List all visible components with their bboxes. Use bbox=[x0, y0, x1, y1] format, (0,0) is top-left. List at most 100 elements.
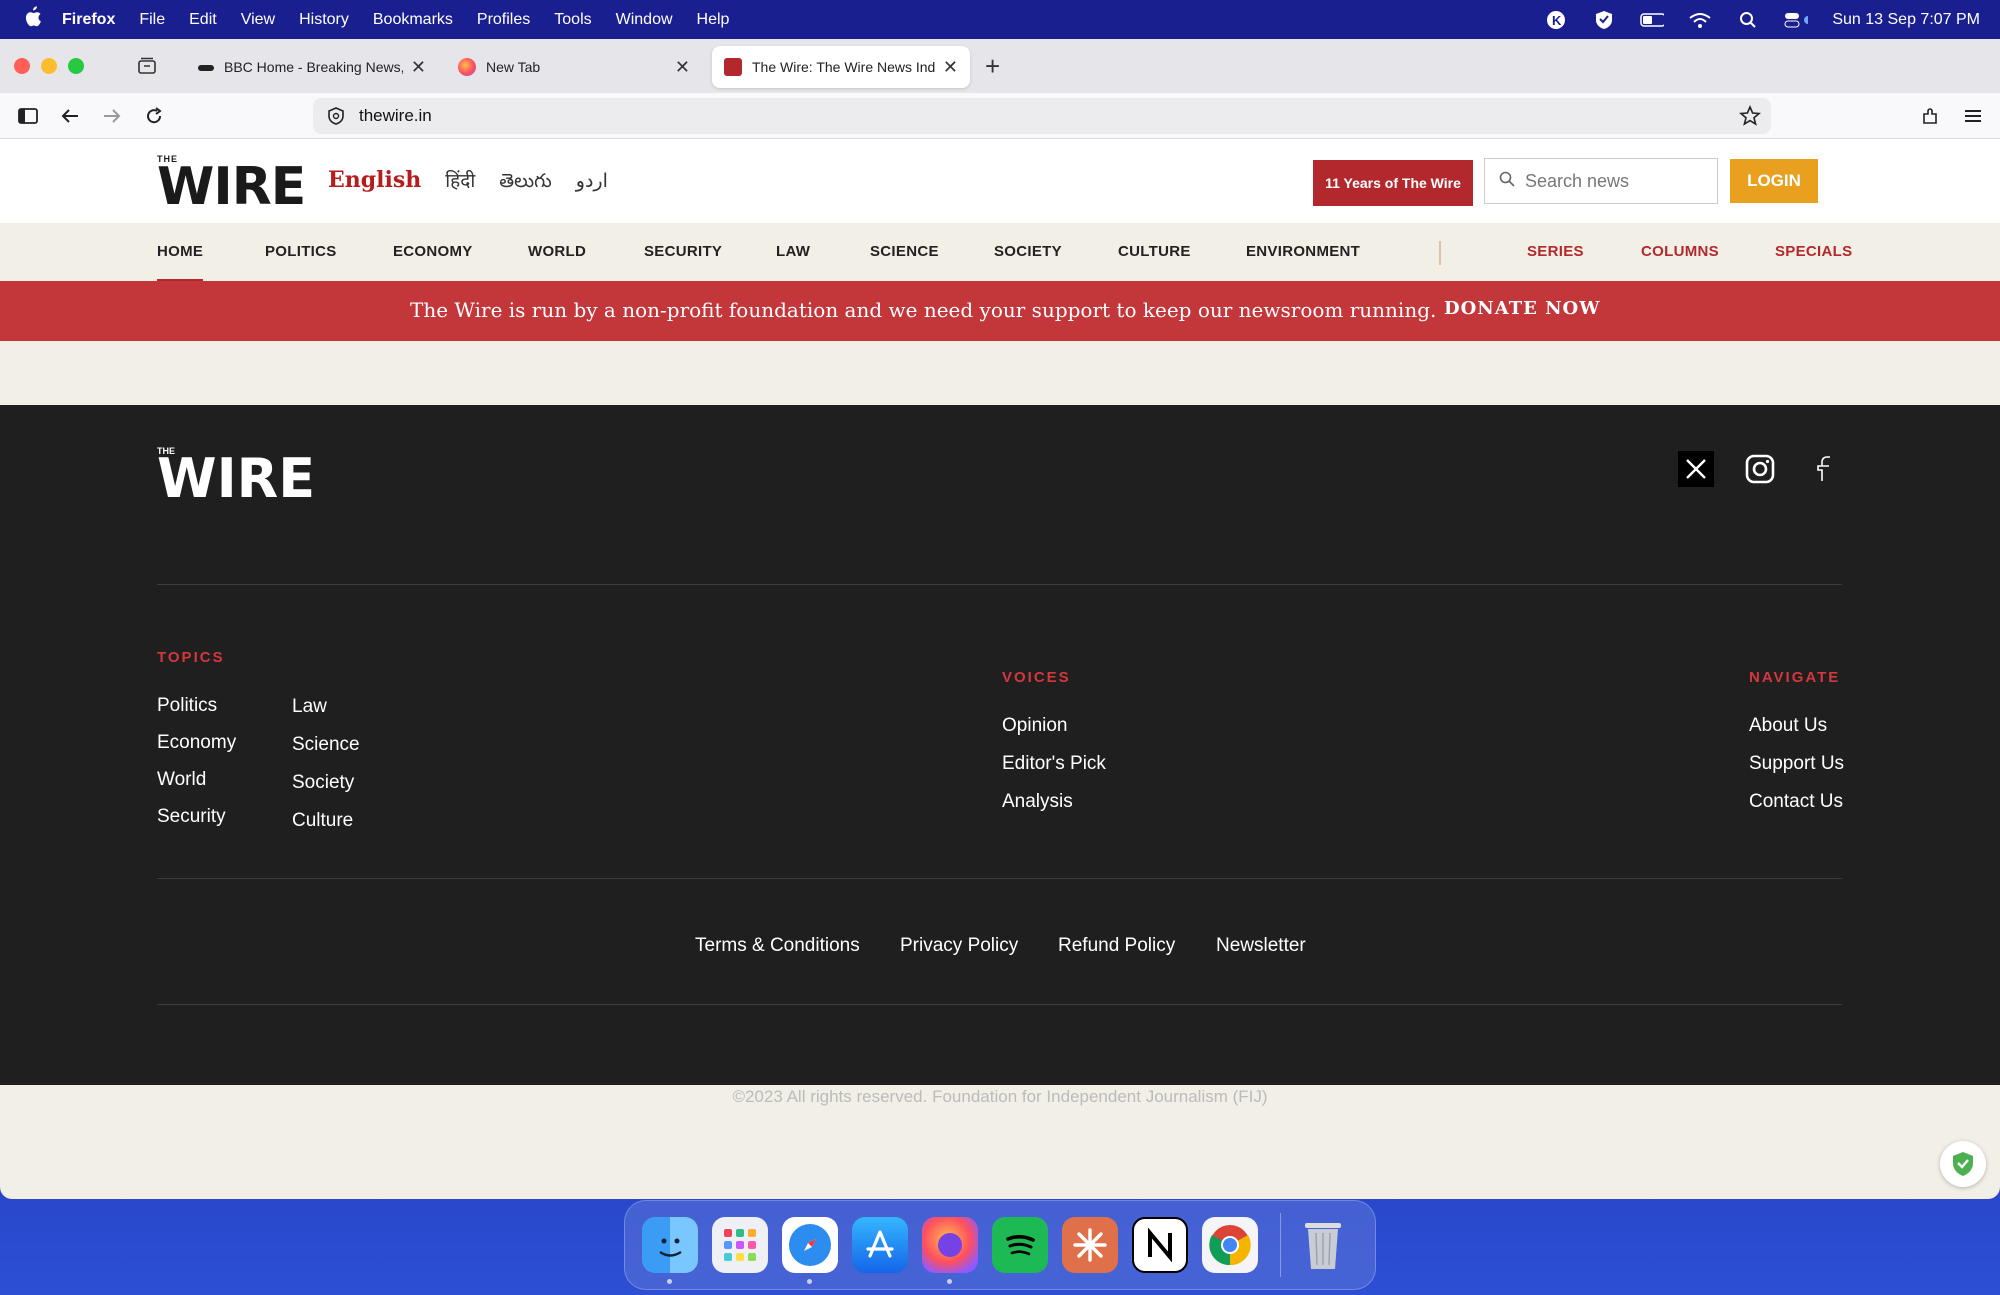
tracking-protection-icon[interactable] bbox=[327, 107, 345, 125]
menu-app-name[interactable]: Firefox bbox=[62, 11, 115, 29]
tab-title: New Tab bbox=[486, 59, 541, 75]
menu-window[interactable]: Window bbox=[616, 11, 673, 29]
donate-now-button[interactable]: DONATE NOW bbox=[1444, 298, 1600, 319]
login-button[interactable]: LOGIN bbox=[1730, 159, 1818, 203]
category-nav: HOME POLITICS ECONOMY WORLD SECURITY LAW… bbox=[0, 223, 2000, 283]
app-menu-icon[interactable] bbox=[1958, 101, 1988, 131]
tab-the-wire[interactable]: The Wire: The Wire News India, ✕ bbox=[712, 46, 970, 88]
trash-icon[interactable] bbox=[1295, 1217, 1351, 1273]
tab-new-tab[interactable]: New Tab ✕ bbox=[446, 46, 702, 88]
chrome-icon[interactable] bbox=[1202, 1217, 1258, 1273]
safari-icon[interactable] bbox=[782, 1217, 838, 1284]
lang-telugu[interactable]: తెలుగు bbox=[499, 171, 551, 197]
claude-icon[interactable] bbox=[1062, 1217, 1118, 1273]
nav-specials[interactable]: SPECIALS bbox=[1775, 243, 1852, 260]
topic-security[interactable]: Security bbox=[157, 806, 226, 828]
url-bar[interactable]: thewire.in bbox=[313, 98, 1771, 134]
years-of-the-wire-button[interactable]: 11 Years of The Wire bbox=[1313, 160, 1473, 206]
wifi-icon[interactable] bbox=[1688, 10, 1712, 30]
voice-analysis[interactable]: Analysis bbox=[1002, 791, 1073, 813]
close-window-button[interactable] bbox=[14, 58, 30, 74]
nav-security[interactable]: SECURITY bbox=[644, 243, 722, 260]
the-wire-logo[interactable]: THE WIRE bbox=[157, 155, 306, 214]
search-placeholder: Search news bbox=[1525, 170, 1630, 191]
bookmark-star-icon[interactable] bbox=[1739, 104, 1761, 132]
tab-close-icon[interactable]: ✕ bbox=[675, 57, 690, 78]
voice-opinion[interactable]: Opinion bbox=[1002, 715, 1068, 737]
topic-economy[interactable]: Economy bbox=[157, 732, 236, 754]
notion-icon[interactable] bbox=[1132, 1217, 1188, 1273]
url-text[interactable]: thewire.in bbox=[359, 106, 432, 126]
reload-icon[interactable] bbox=[139, 101, 169, 131]
terms-link[interactable]: Terms & Conditions bbox=[695, 935, 860, 957]
control-center-icon[interactable] bbox=[1784, 10, 1809, 30]
lang-urdu[interactable]: اردو bbox=[576, 170, 608, 193]
forward-arrow-icon[interactable] bbox=[97, 101, 127, 131]
search-input[interactable]: Search news bbox=[1484, 158, 1718, 204]
nav-economy[interactable]: ECONOMY bbox=[393, 243, 473, 260]
zoom-window-button[interactable] bbox=[68, 58, 84, 74]
nav-culture[interactable]: CULTURE bbox=[1118, 243, 1191, 260]
menu-bookmarks[interactable]: Bookmarks bbox=[373, 11, 453, 29]
nav-law[interactable]: LAW bbox=[776, 243, 810, 260]
sidebar-toggle-icon[interactable] bbox=[13, 101, 43, 131]
tab-close-icon[interactable]: ✕ bbox=[411, 57, 426, 78]
donate-banner: The Wire is run by a non-profit foundati… bbox=[0, 281, 2000, 341]
app-store-icon[interactable] bbox=[852, 1217, 908, 1273]
new-tab-button[interactable]: + bbox=[985, 51, 1000, 82]
extensions-icon[interactable] bbox=[1915, 101, 1945, 131]
tab-bbc[interactable]: BBC Home - Breaking News, W ✕ bbox=[186, 46, 438, 88]
topic-culture[interactable]: Culture bbox=[292, 810, 353, 832]
security-extension-shield-icon[interactable] bbox=[1940, 1141, 1986, 1187]
menu-history[interactable]: History bbox=[299, 11, 349, 29]
finder-icon[interactable] bbox=[642, 1217, 698, 1284]
spotlight-search-icon[interactable] bbox=[1736, 10, 1760, 30]
menu-tools[interactable]: Tools bbox=[554, 11, 591, 29]
firefox-icon[interactable] bbox=[922, 1217, 978, 1284]
menu-profiles[interactable]: Profiles bbox=[477, 11, 530, 29]
minimize-window-button[interactable] bbox=[41, 58, 57, 74]
nav-world[interactable]: WORLD bbox=[528, 243, 586, 260]
nav-society[interactable]: SOCIETY bbox=[994, 243, 1062, 260]
tab-overview-icon[interactable] bbox=[130, 49, 164, 83]
menubar-clock[interactable]: Sun 13 Sep 7:07 PM bbox=[1832, 11, 1980, 29]
menu-file[interactable]: File bbox=[139, 11, 165, 29]
launchpad-icon[interactable] bbox=[712, 1217, 768, 1273]
topic-law[interactable]: Law bbox=[292, 696, 327, 718]
k-app-icon[interactable]: K bbox=[1544, 10, 1568, 30]
apple-menu-icon[interactable] bbox=[22, 5, 48, 34]
back-arrow-icon[interactable] bbox=[55, 101, 85, 131]
nav-support-us[interactable]: Support Us bbox=[1749, 753, 1844, 775]
nav-politics[interactable]: POLITICS bbox=[265, 243, 337, 260]
tab-close-icon[interactable]: ✕ bbox=[943, 57, 958, 78]
social-links bbox=[1678, 451, 1842, 487]
battery-icon[interactable] bbox=[1640, 10, 1665, 30]
facebook-icon[interactable] bbox=[1806, 451, 1842, 487]
topic-society[interactable]: Society bbox=[292, 772, 354, 794]
nav-about-us[interactable]: About Us bbox=[1749, 715, 1827, 737]
menu-view[interactable]: View bbox=[241, 11, 275, 29]
menu-help[interactable]: Help bbox=[697, 11, 730, 29]
nav-columns[interactable]: COLUMNS bbox=[1641, 243, 1719, 260]
lang-hindi[interactable]: हिंदी bbox=[445, 167, 475, 193]
nav-environment[interactable]: ENVIRONMENT bbox=[1246, 243, 1360, 260]
privacy-link[interactable]: Privacy Policy bbox=[900, 935, 1018, 957]
voice-editors-pick[interactable]: Editor's Pick bbox=[1002, 753, 1106, 775]
instagram-icon[interactable] bbox=[1742, 451, 1778, 487]
vpn-shield-icon[interactable] bbox=[1592, 10, 1616, 30]
topic-politics[interactable]: Politics bbox=[157, 695, 217, 717]
x-twitter-icon[interactable] bbox=[1678, 451, 1714, 487]
lang-english[interactable]: English bbox=[328, 167, 421, 193]
newsletter-link[interactable]: Newsletter bbox=[1216, 935, 1306, 957]
nav-science[interactable]: SCIENCE bbox=[870, 243, 939, 260]
nav-contact-us[interactable]: Contact Us bbox=[1749, 791, 1843, 813]
footer-logo[interactable]: THE WIRE bbox=[157, 447, 315, 506]
nav-home[interactable]: HOME bbox=[157, 243, 204, 283]
navigate-heading: NAVIGATE bbox=[1749, 669, 1841, 686]
nav-series[interactable]: SERIES bbox=[1527, 243, 1584, 260]
topic-science[interactable]: Science bbox=[292, 734, 360, 756]
refund-link[interactable]: Refund Policy bbox=[1058, 935, 1175, 957]
topic-world[interactable]: World bbox=[157, 769, 206, 791]
spotify-icon[interactable] bbox=[992, 1217, 1048, 1273]
menu-edit[interactable]: Edit bbox=[189, 11, 217, 29]
